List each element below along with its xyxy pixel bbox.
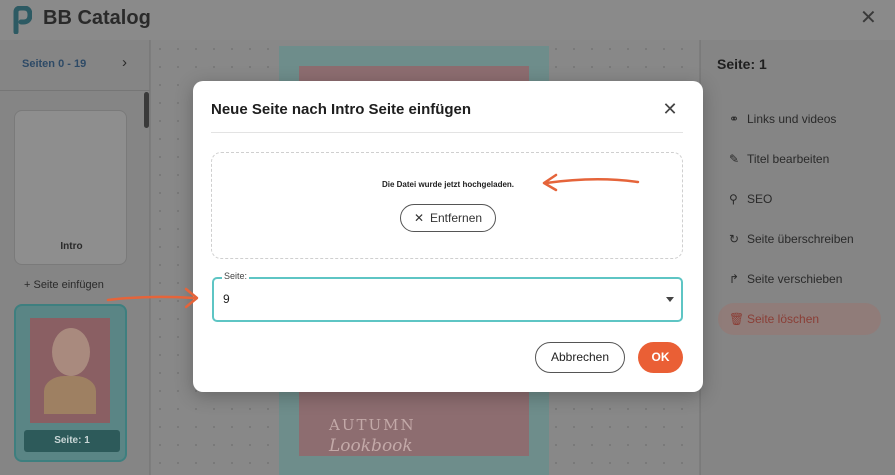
action-label: Seite löschen bbox=[747, 312, 820, 326]
page-1-thumbnail[interactable]: Seite: 1 bbox=[14, 304, 127, 462]
divider bbox=[211, 132, 683, 133]
page-1-label[interactable]: Seite: 1 bbox=[24, 430, 120, 452]
annotation-arrow-left-icon bbox=[542, 173, 640, 192]
cancel-button[interactable]: Abbrechen bbox=[535, 342, 625, 373]
trash-icon: 🗑︎ bbox=[729, 312, 745, 326]
refresh-icon: ↻ bbox=[729, 232, 740, 246]
page-1-preview-image bbox=[30, 318, 110, 423]
link-icon: ⚭ bbox=[729, 112, 740, 126]
page-select-value: 9 bbox=[223, 292, 230, 306]
delete-page-action[interactable]: 🗑︎ Seite löschen bbox=[729, 309, 819, 329]
insert-page-button[interactable]: + Seite einfügen bbox=[24, 279, 104, 291]
close-icon: ✕ bbox=[413, 211, 424, 225]
seo-action[interactable]: ⚲ SEO bbox=[729, 189, 772, 209]
intro-page-label: Intro bbox=[60, 241, 83, 252]
action-label: Links und videos bbox=[747, 112, 837, 126]
pages-sidebar: Seiten 0 - 19 › Intro + Seite einfügen S… bbox=[0, 40, 150, 475]
page-select-label: Seite: bbox=[222, 271, 250, 281]
cover-title-line1: AUTUMN bbox=[329, 416, 416, 434]
action-label: SEO bbox=[747, 192, 773, 206]
edit-title-action[interactable]: ✎ Titel bearbeiten bbox=[729, 149, 829, 169]
pencil-icon: ✎ bbox=[729, 152, 740, 166]
action-label: Seite überschreiben bbox=[747, 232, 854, 246]
sidebar-scrollbar[interactable] bbox=[144, 92, 149, 128]
cover-title-line2: Lookbook bbox=[329, 436, 413, 456]
page-select[interactable]: Seite: 9 bbox=[212, 271, 683, 322]
move-page-action[interactable]: ↱ Seite verschieben bbox=[729, 269, 842, 289]
move-icon: ↱ bbox=[729, 272, 740, 286]
pages-range-label: Seiten 0 - 19 bbox=[22, 58, 87, 70]
overwrite-page-action[interactable]: ↻ Seite überschreiben bbox=[729, 229, 854, 249]
insert-page-dialog: Neue Seite nach Intro Seite einfügen ✕ D… bbox=[193, 81, 703, 392]
links-videos-action[interactable]: ⚭ Links und videos bbox=[729, 109, 836, 129]
app-title: BB Catalog bbox=[43, 7, 151, 29]
close-icon[interactable]: ✕ bbox=[860, 8, 877, 28]
annotation-arrow-right-icon bbox=[106, 287, 199, 309]
ok-button[interactable]: OK bbox=[638, 342, 683, 373]
action-label: Titel bearbeiten bbox=[747, 152, 830, 166]
caret-down-icon bbox=[666, 297, 674, 302]
thumbnail-face-shape bbox=[52, 328, 90, 376]
intro-page-thumbnail[interactable]: Intro bbox=[14, 110, 127, 265]
app-logo-icon bbox=[13, 6, 32, 34]
chevron-right-icon[interactable]: › bbox=[122, 54, 127, 71]
thumbnail-hair-shape bbox=[44, 376, 96, 414]
page-actions-panel: Seite: 1 ⚭ Links und videos ✎ Titel bearbe… bbox=[700, 40, 895, 475]
search-icon: ⚲ bbox=[729, 192, 738, 206]
remove-file-button[interactable]: ✕ Entfernen bbox=[400, 204, 496, 232]
close-icon[interactable]: ✕ bbox=[659, 98, 681, 120]
remove-file-label: Entfernen bbox=[430, 211, 483, 225]
top-bar: BB Catalog ✕ bbox=[0, 0, 895, 40]
page-title: Seite: 1 bbox=[717, 56, 767, 72]
action-label: Seite verschieben bbox=[747, 272, 843, 286]
divider bbox=[0, 90, 150, 91]
dialog-title: Neue Seite nach Intro Seite einfügen bbox=[211, 101, 472, 118]
